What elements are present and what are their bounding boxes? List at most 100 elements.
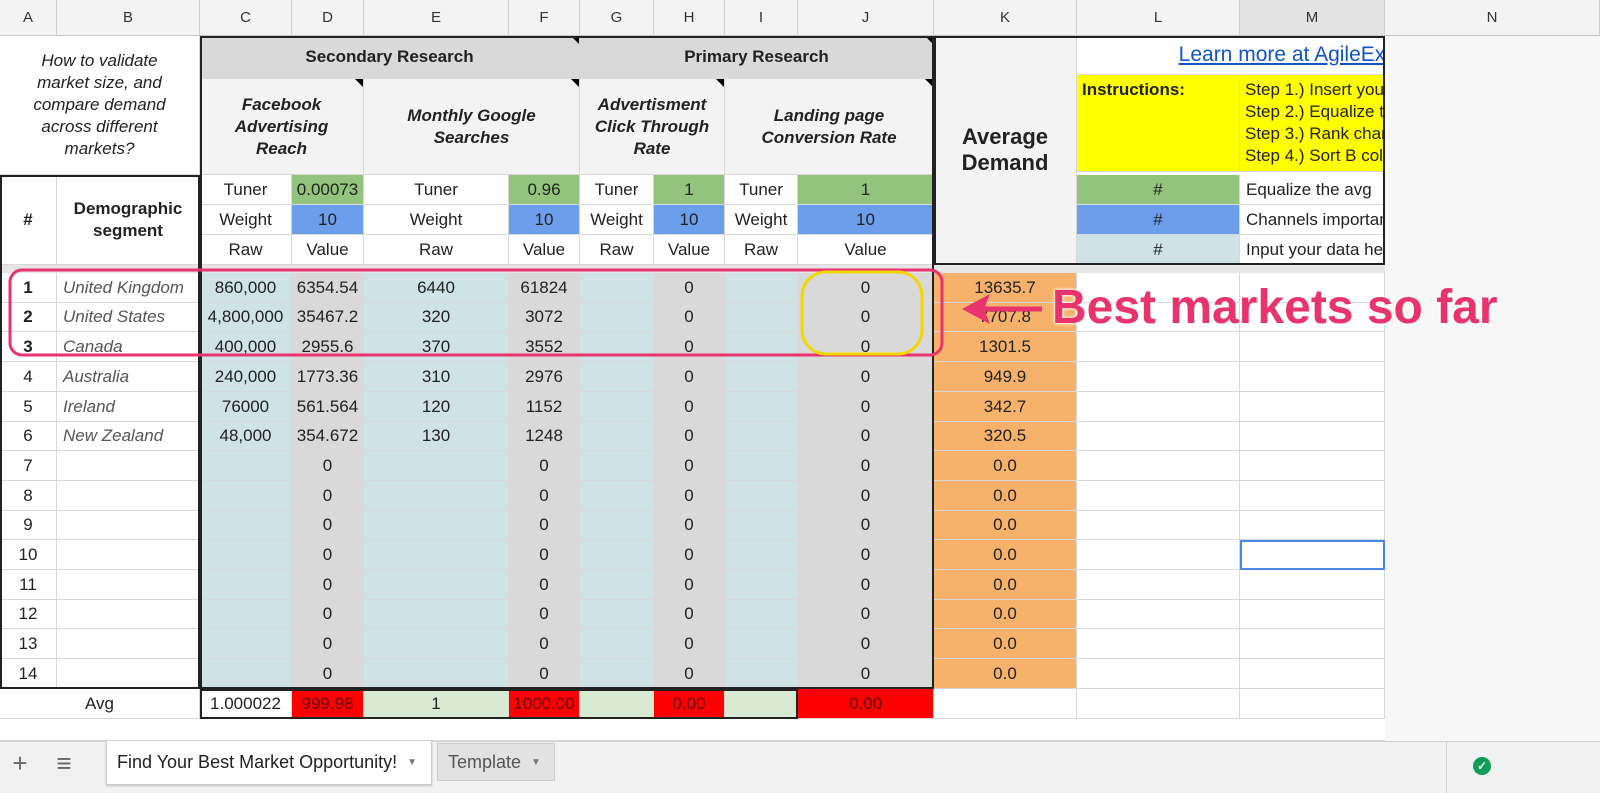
google-value-cell[interactable]: 0: [509, 540, 580, 570]
empty-cell[interactable]: [1077, 332, 1240, 362]
row-number[interactable]: 1: [0, 273, 57, 303]
avg-label[interactable]: Avg: [0, 689, 200, 719]
ctr-raw-cell[interactable]: [580, 362, 654, 392]
empty-cell[interactable]: [1240, 600, 1385, 629]
ctr-raw-cell[interactable]: [580, 273, 654, 303]
channel-header-ctr[interactable]: Advertisment Click Through Rate: [580, 79, 725, 175]
weight-label[interactable]: Weight: [580, 205, 654, 235]
ctr-value-cell[interactable]: 0: [654, 362, 725, 392]
all-sheets-menu-icon[interactable]: ≡: [50, 748, 78, 778]
empty-cell[interactable]: [1240, 659, 1385, 689]
empty-cell[interactable]: [1240, 392, 1385, 422]
column-header-k[interactable]: K: [934, 0, 1077, 36]
google-value-cell[interactable]: 0: [509, 570, 580, 600]
facebook-value-cell[interactable]: 0: [292, 451, 364, 481]
ctr-value-cell[interactable]: 0: [654, 392, 725, 422]
empty-grid-area[interactable]: [0, 719, 1385, 741]
empty-cell[interactable]: [1240, 689, 1385, 719]
conversion-value-cell[interactable]: 0: [798, 422, 934, 451]
google-value-cell[interactable]: 1248: [509, 422, 580, 451]
google-raw-cell[interactable]: [364, 600, 509, 629]
empty-cell[interactable]: [1240, 362, 1385, 392]
google-raw-cell[interactable]: 310: [364, 362, 509, 392]
ctr-raw-cell[interactable]: [580, 511, 654, 540]
avg-conversion-value[interactable]: 0.00: [798, 689, 934, 719]
average-demand-cell[interactable]: 0.0: [934, 481, 1077, 511]
empty-cell[interactable]: [1077, 629, 1240, 659]
average-demand-cell[interactable]: 1301.5: [934, 332, 1077, 362]
facebook-raw-cell[interactable]: [200, 570, 292, 600]
google-raw-cell[interactable]: 370: [364, 332, 509, 362]
facebook-value-cell[interactable]: 1773.36: [292, 362, 364, 392]
tuner-label[interactable]: Tuner: [725, 175, 798, 205]
facebook-raw-cell[interactable]: [200, 600, 292, 629]
ctr-value-cell[interactable]: 0: [654, 540, 725, 570]
google-value-cell[interactable]: 3552: [509, 332, 580, 362]
google-value-cell[interactable]: 1152: [509, 392, 580, 422]
tab-find-your-best-market[interactable]: Find Your Best Market Opportunity! ▼: [106, 741, 432, 785]
google-value-cell[interactable]: 61824: [509, 273, 580, 303]
empty-cell[interactable]: [1077, 600, 1240, 629]
average-demand-cell[interactable]: 0.0: [934, 570, 1077, 600]
tuner-label[interactable]: Tuner: [364, 175, 509, 205]
segment-cell[interactable]: New Zealand: [57, 422, 200, 451]
facebook-raw-cell[interactable]: 48,000: [200, 422, 292, 451]
primary-research-header[interactable]: Primary Research: [580, 36, 934, 79]
segment-cell[interactable]: Ireland: [57, 392, 200, 422]
empty-cell[interactable]: [1077, 392, 1240, 422]
conversion-raw-cell[interactable]: [725, 570, 798, 600]
empty-cell[interactable]: [1077, 570, 1240, 600]
row-number[interactable]: 9: [0, 511, 57, 540]
average-demand-cell[interactable]: 342.7: [934, 392, 1077, 422]
google-raw-cell[interactable]: [364, 629, 509, 659]
column-header-e[interactable]: E: [364, 0, 509, 36]
ctr-value-cell[interactable]: 0: [654, 451, 725, 481]
google-raw-cell[interactable]: [364, 570, 509, 600]
column-header-c[interactable]: C: [200, 0, 292, 36]
empty-cell[interactable]: [1077, 481, 1240, 511]
conversion-raw-cell[interactable]: [725, 600, 798, 629]
value-label[interactable]: Value: [654, 235, 725, 265]
ctr-raw-cell[interactable]: [580, 392, 654, 422]
facebook-raw-cell[interactable]: 240,000: [200, 362, 292, 392]
row-number[interactable]: 14: [0, 659, 57, 689]
conversion-raw-cell[interactable]: [725, 540, 798, 570]
google-raw-cell[interactable]: [364, 540, 509, 570]
google-raw-cell[interactable]: 320: [364, 303, 509, 332]
hash-header[interactable]: #: [0, 175, 57, 265]
instructions-label[interactable]: Instructions:: [1077, 75, 1240, 172]
row-number[interactable]: 4: [0, 362, 57, 392]
empty-cell[interactable]: [1240, 511, 1385, 540]
column-header-b[interactable]: B: [57, 0, 200, 36]
channel-header-conversion[interactable]: Landing page Conversion Rate: [725, 79, 934, 175]
facebook-raw-cell[interactable]: [200, 659, 292, 689]
segment-cell[interactable]: Canada: [57, 332, 200, 362]
google-raw-cell[interactable]: [364, 659, 509, 689]
channel-header-facebook[interactable]: Facebook Advertising Reach: [200, 79, 364, 175]
empty-cell[interactable]: [1077, 540, 1240, 570]
ctr-raw-cell[interactable]: [580, 332, 654, 362]
google-value-cell[interactable]: 2976: [509, 362, 580, 392]
conversion-raw-cell[interactable]: [725, 362, 798, 392]
conversion-value-cell[interactable]: 0: [798, 451, 934, 481]
facebook-raw-cell[interactable]: 4,800,000: [200, 303, 292, 332]
column-header-i[interactable]: I: [725, 0, 798, 36]
google-raw-cell[interactable]: [364, 511, 509, 540]
legend-swatch[interactable]: #: [1077, 205, 1240, 235]
ctr-raw-cell[interactable]: [580, 422, 654, 451]
facebook-value-cell[interactable]: 0: [292, 511, 364, 540]
conversion-value-cell[interactable]: 0: [798, 540, 934, 570]
ctr-value-cell[interactable]: 0: [654, 332, 725, 362]
row-number[interactable]: 3: [0, 332, 57, 362]
column-header-a[interactable]: A: [0, 0, 57, 36]
weight-value[interactable]: 10: [509, 205, 580, 235]
average-demand-header[interactable]: Average Demand: [934, 36, 1077, 265]
segment-cell[interactable]: [57, 540, 200, 570]
conversion-raw-cell[interactable]: [725, 659, 798, 689]
channel-header-google[interactable]: Monthly Google Searches: [364, 79, 580, 175]
facebook-raw-cell[interactable]: [200, 451, 292, 481]
ctr-raw-cell[interactable]: [580, 629, 654, 659]
conversion-value-cell[interactable]: 0: [798, 600, 934, 629]
conversion-value-cell[interactable]: 0: [798, 303, 934, 332]
raw-label[interactable]: Raw: [725, 235, 798, 265]
